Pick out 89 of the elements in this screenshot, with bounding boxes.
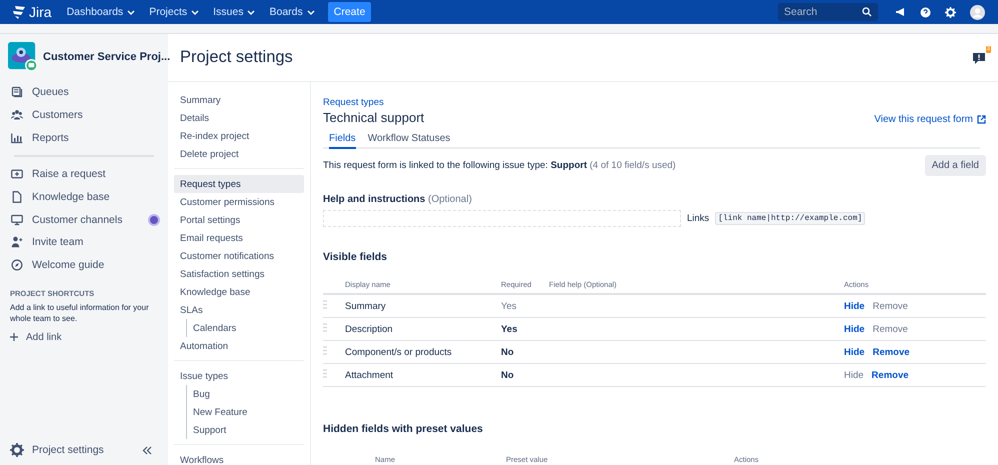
settings-nav-item[interactable]: Bug (186, 385, 304, 403)
action-link[interactable]: Hide (844, 346, 865, 358)
required-value[interactable]: No (501, 370, 514, 380)
app-name: Jira (29, 4, 52, 20)
settings-icon[interactable] (945, 6, 956, 18)
request-type-title: Technical support (323, 110, 424, 125)
settings-nav-item[interactable]: Issue types (174, 367, 304, 385)
project-name: Customer Service Proj... (43, 50, 170, 62)
field-name: Description (345, 324, 393, 334)
create-button[interactable]: Create (328, 2, 372, 22)
section-heading: Visible fields (323, 251, 388, 263)
add-link[interactable]: Add link (10, 332, 158, 343)
view-form-link[interactable]: View this request form (874, 114, 986, 125)
field-name: Attachment (345, 370, 394, 380)
settings-nav-item[interactable]: Customer permissions (174, 193, 304, 211)
chevron-down-icon (127, 10, 136, 14)
people-icon (11, 109, 23, 122)
action-link[interactable]: Hide (844, 300, 865, 312)
chevron-down-icon (191, 10, 200, 14)
section-heading: Hidden fields with preset values (323, 423, 484, 435)
help-icon[interactable] (920, 6, 931, 18)
settings-nav-item[interactable]: Knowledge base (174, 283, 304, 301)
breadcrumb-link[interactable]: Request types (323, 97, 384, 108)
feedback-icon[interactable] (972, 50, 986, 64)
plus-icon (10, 333, 18, 342)
settings-nav-item[interactable]: Re-index project (174, 127, 304, 145)
add-field-button[interactable]: Add a field (924, 155, 986, 176)
sidebar-item[interactable]: Welcome guide (8, 254, 160, 276)
tab[interactable]: Workflow Statuses (368, 131, 450, 149)
help-label: Help and instructions (Optional) (323, 194, 473, 205)
settings-nav-item[interactable]: Delete project (174, 145, 304, 163)
page-title: Project settings (180, 48, 294, 67)
link-syntax-example: [link name|http://example.com] (715, 212, 866, 225)
search-field[interactable]: Search (778, 3, 878, 21)
logo-icon (12, 5, 26, 19)
sidebar-item[interactable]: Invite team (8, 231, 160, 254)
sidebar-item[interactable]: Reports (8, 126, 160, 150)
nav-menu[interactable]: Issues (208, 6, 260, 18)
nav-menu[interactable]: Dashboards (62, 6, 140, 18)
shortcuts-description: Add a link to useful information for your whole team to see. (10, 302, 150, 324)
bar-chart-icon (11, 132, 23, 144)
document-icon (11, 191, 23, 204)
settings-nav-item[interactable]: Support (186, 421, 304, 439)
tab[interactable]: Fields (329, 131, 356, 149)
sidebar-item[interactable]: Knowledge base (8, 186, 160, 208)
field-name: Summary (345, 300, 386, 312)
add-request-icon (11, 168, 23, 180)
megaphone-icon[interactable] (895, 7, 906, 17)
linked-issue-type-text: This request form is linked to the following issue type: Support (4 of 10 field/s used) (323, 160, 676, 171)
sidebar-item[interactable]: Queues (8, 81, 160, 104)
required-value[interactable]: Yes (501, 324, 518, 334)
settings-nav-item[interactable]: Workflows (174, 451, 304, 465)
compass-icon (11, 259, 23, 272)
external-link-icon (977, 115, 986, 124)
settings-nav-item[interactable]: Customer notifications (174, 247, 304, 265)
sidebar-item[interactable]: Customers (8, 104, 160, 126)
sidebar-item[interactable]: Raise a request (8, 163, 160, 186)
required-value[interactable]: No (501, 346, 514, 358)
sidebar-item[interactable]: Customer channels (8, 208, 160, 232)
settings-nav-item[interactable]: Email requests (174, 229, 304, 247)
settings-nav-item[interactable]: SLAs (174, 301, 304, 319)
settings-nav-item[interactable]: Summary (174, 91, 304, 109)
avatar-icon[interactable] (970, 4, 985, 20)
search-icon (862, 7, 872, 17)
chevron-down-icon (306, 10, 315, 14)
settings-nav-item[interactable]: New Feature (186, 403, 304, 421)
field-name: Component/s or products (345, 346, 452, 358)
chevron-down-icon (247, 10, 256, 14)
action-link[interactable]: Remove (872, 370, 909, 380)
monitor-icon (11, 214, 23, 226)
project-settings-link[interactable]: Project settings (32, 444, 134, 456)
settings-nav-item[interactable]: Satisfaction settings (174, 265, 304, 283)
queue-icon (11, 86, 23, 98)
settings-nav-item[interactable]: Details (174, 109, 304, 127)
collapse-icon[interactable] (142, 446, 152, 454)
help-input-field[interactable] (323, 210, 681, 227)
action-link[interactable]: Hide (844, 324, 865, 334)
nav-menu[interactable]: Boards (264, 6, 320, 18)
add-user-icon (11, 236, 23, 248)
action-link[interactable]: Remove (872, 346, 910, 358)
settings-nav-item[interactable]: Portal settings (174, 211, 304, 229)
links-label: Links (687, 213, 710, 224)
settings-nav-item[interactable]: Automation (174, 337, 304, 355)
required-value: Yes (501, 300, 516, 312)
settings-nav-item[interactable]: Calendars (186, 319, 304, 337)
settings-icon (10, 443, 24, 457)
nav-menu[interactable]: Projects (144, 6, 204, 18)
project-avatar-icon (8, 42, 37, 71)
settings-nav-item[interactable]: Request types (174, 175, 304, 193)
